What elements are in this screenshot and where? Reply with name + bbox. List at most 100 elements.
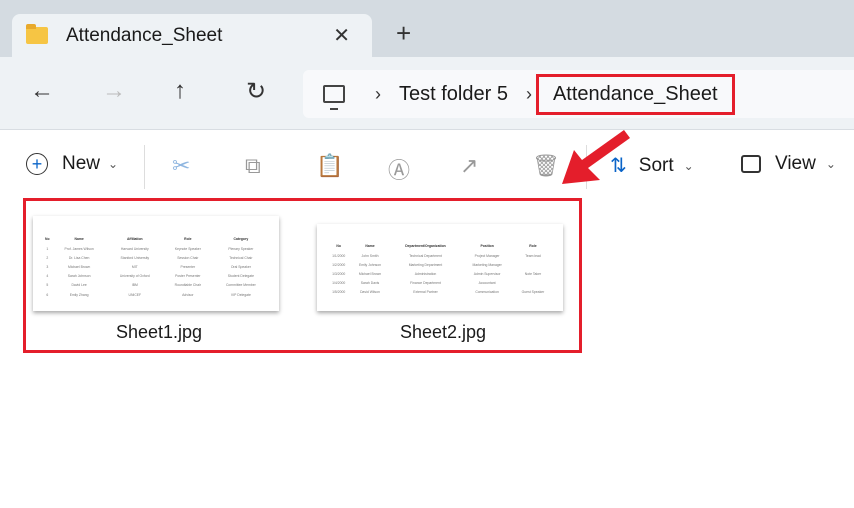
table-cell: Poster Presenter bbox=[175, 274, 201, 279]
file-thumbnail-sheet1[interactable]: No Name Affiliation Role Category 1 Prof. Jam… bbox=[33, 216, 279, 311]
table-cell: 1 bbox=[46, 246, 49, 251]
breadcrumb-attendance-sheet[interactable]: Attendance_Sheet bbox=[535, 73, 735, 115]
header-cell: Role bbox=[184, 237, 192, 241]
table-cell: Dr. Lisa Chen bbox=[68, 255, 90, 260]
up-button[interactable]: ↑ bbox=[174, 77, 186, 105]
table-cell: Committee Member bbox=[225, 283, 256, 288]
table-cell: Technical Chair bbox=[229, 255, 253, 260]
header-cell: No bbox=[336, 244, 341, 248]
table-cell: VIP Delegate bbox=[230, 292, 251, 297]
header-cell: Name bbox=[365, 244, 375, 248]
table-row: 6 Emily Zhang UNICEF Advisor VIP Delegate bbox=[43, 290, 269, 299]
plus-circle-icon: + bbox=[26, 153, 48, 175]
share-icon[interactable]: ↗ bbox=[460, 153, 478, 179]
table-cell: Admin Supervisor bbox=[473, 271, 501, 276]
table-row: 3 Michael Brown MIT Presenter Oral Speaker bbox=[43, 262, 269, 271]
rename-icon[interactable]: Ⓐ bbox=[388, 153, 410, 185]
table-cell: Session Chair bbox=[177, 255, 199, 260]
divider bbox=[144, 145, 145, 189]
table-cell: MIT bbox=[131, 264, 138, 269]
chevron-right-icon[interactable]: › bbox=[526, 84, 532, 105]
table-cell: 1/5/2000 bbox=[332, 290, 346, 295]
table-cell: 3 bbox=[46, 264, 49, 269]
chevron-down-icon: ⌄ bbox=[683, 158, 694, 173]
table-cell: Stanford University bbox=[120, 255, 150, 260]
file-name-sheet2[interactable]: Sheet2.jpg bbox=[320, 322, 566, 343]
chevron-right-icon[interactable]: › bbox=[375, 84, 381, 105]
table-cell: Project Manager bbox=[474, 253, 500, 258]
this-pc-icon[interactable] bbox=[323, 85, 345, 110]
table-cell: UNICEF bbox=[128, 292, 142, 297]
header-cell: Name bbox=[74, 237, 84, 241]
tab-bar: Attendance_Sheet ✕ + bbox=[0, 0, 854, 57]
table-cell: Note Taker bbox=[524, 271, 542, 276]
file-name-sheet1[interactable]: Sheet1.jpg bbox=[36, 322, 282, 343]
table-cell: Marketing Manager bbox=[472, 262, 502, 267]
table-cell: Guest Speaker bbox=[521, 290, 545, 295]
header-cell: Category bbox=[233, 237, 249, 241]
table-cell: David Wilson bbox=[360, 290, 380, 295]
table-cell: Student Delegate bbox=[227, 274, 254, 279]
tab-title: Attendance_Sheet bbox=[66, 24, 223, 46]
header-cell: Department/Organization bbox=[405, 244, 446, 248]
cut-icon[interactable]: ✂ bbox=[172, 153, 190, 179]
delete-icon[interactable]: 🗑 bbox=[532, 153, 560, 179]
table-cell: John Smith bbox=[361, 253, 379, 258]
table-cell: Michael Brown bbox=[68, 264, 91, 269]
table-row: 2 Dr. Lisa Chen Stanford University Session… bbox=[43, 253, 269, 262]
table-row: 1/1/2000 John Smith Technical Department Pr… bbox=[327, 251, 553, 260]
command-bar: + New ⌄ ✂ ⧉ 📋 Ⓐ ↗ 🗑 ⇅ Sort ⌄ View ⌄ bbox=[0, 131, 854, 201]
table-cell: Plenary Speaker bbox=[228, 246, 254, 251]
table-cell: Michael Brown bbox=[358, 271, 382, 276]
table-cell: Harvard University bbox=[120, 246, 149, 251]
view-button[interactable]: View ⌄ bbox=[741, 153, 836, 175]
table-cell: External Partner bbox=[413, 290, 438, 295]
copy-icon[interactable]: ⧉ bbox=[245, 153, 261, 179]
header-cell: Position bbox=[480, 244, 494, 248]
table-cell: Prof. James Wilson bbox=[64, 246, 94, 251]
paste-icon[interactable]: 📋 bbox=[316, 153, 343, 179]
view-label: View bbox=[775, 153, 816, 174]
table-cell: Emily Johnson bbox=[358, 262, 382, 267]
table-cell: Emily Zhang bbox=[69, 292, 89, 297]
table-cell: University of Oxford bbox=[119, 274, 150, 279]
table-cell: Marketing Department bbox=[408, 262, 443, 267]
table-cell: Oral Speaker bbox=[230, 264, 251, 269]
back-button[interactable]: ← bbox=[30, 77, 54, 105]
file-thumbnail-sheet2[interactable]: No Name Department/Organization Position Rol… bbox=[317, 224, 563, 311]
table-cell: 1/4/2000 bbox=[332, 281, 346, 286]
table-cell: 1/2/2000 bbox=[332, 262, 346, 267]
view-icon bbox=[741, 155, 761, 173]
red-arrow-annotation bbox=[562, 130, 630, 184]
table-row: 1/4/2000 Sarah Davis Finance Department Acc… bbox=[327, 279, 553, 288]
refresh-button[interactable]: ↻ bbox=[246, 77, 266, 106]
table-cell bbox=[513, 260, 553, 269]
table-cell: Sarah Davis bbox=[360, 281, 380, 286]
table-cell: Administration bbox=[414, 271, 437, 276]
table-row: 5 David Lee IBM Roundtable Chair Committee M… bbox=[43, 281, 269, 290]
address-bar[interactable]: › Test folder 5 › Attendance_Sheet bbox=[303, 70, 854, 118]
table-cell: 5 bbox=[46, 283, 49, 288]
chevron-down-icon: ⌄ bbox=[108, 157, 119, 171]
tab-attendance-sheet[interactable]: Attendance_Sheet ✕ bbox=[12, 14, 372, 57]
thumbnail-table: No Name Department/Organization Position Rol… bbox=[327, 241, 553, 297]
new-tab-button[interactable]: + bbox=[396, 18, 411, 49]
table-row: 4 Sarah Johnson University of Oxford Poster… bbox=[43, 272, 269, 281]
header-cell: Affiliation bbox=[126, 237, 143, 241]
new-label: New bbox=[62, 153, 101, 174]
table-row: 1 Prof. James Wilson Harvard University Key… bbox=[43, 244, 269, 253]
sort-label: Sort bbox=[638, 154, 674, 176]
table-row: 1/3/2000 Michael Brown Administration Admin… bbox=[327, 269, 553, 278]
forward-button[interactable]: → bbox=[102, 77, 126, 105]
table-cell: Accountant bbox=[478, 281, 496, 286]
table-cell: Advisor bbox=[182, 292, 194, 297]
table-cell: Sarah Johnson bbox=[67, 274, 91, 279]
table-cell: Keynote Speaker bbox=[174, 246, 201, 251]
new-button[interactable]: + New ⌄ bbox=[26, 153, 118, 175]
folder-icon bbox=[26, 24, 48, 44]
breadcrumb-test-folder-5[interactable]: Test folder 5 bbox=[399, 83, 508, 106]
chevron-down-icon: ⌄ bbox=[825, 157, 836, 171]
table-cell: Technical Department bbox=[409, 253, 442, 258]
table-cell: Team lead bbox=[525, 253, 541, 258]
close-tab-button[interactable]: ✕ bbox=[333, 23, 350, 48]
